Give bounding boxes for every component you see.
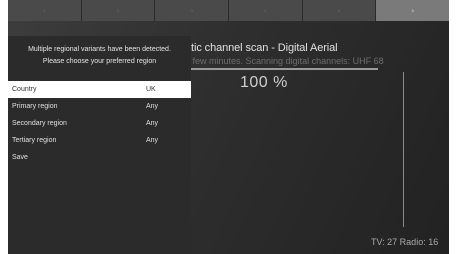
primary-region-label: Primary region <box>12 103 58 110</box>
scan-title: atic channel scan - Digital Aerial <box>185 42 338 54</box>
region-options-list: Country UK Primary region Any Secondary … <box>8 81 191 166</box>
secondary-region-label: Secondary region <box>12 120 67 127</box>
scan-status-text: a few minutes. Scanning digital channels… <box>185 56 384 66</box>
setup-step-5: 5 <box>303 0 377 21</box>
scan-progress-bar <box>185 68 378 70</box>
tertiary-region-row[interactable]: Tertiary region Any <box>8 132 191 149</box>
tertiary-region-value: Any <box>146 137 159 144</box>
country-label: Country <box>12 86 37 93</box>
save-button[interactable]: Save <box>8 149 191 166</box>
setup-step-1: 1 <box>8 0 82 21</box>
tertiary-region-label: Tertiary region <box>12 137 57 144</box>
scan-percent: 100 % <box>240 74 288 91</box>
setup-step-6: 6 <box>376 0 449 21</box>
setup-step-4: 4 <box>229 0 303 21</box>
primary-region-value: Any <box>146 103 159 110</box>
tv-setup-screen: 1 2 3 4 5 6 atic channel scan - Digital … <box>8 0 449 254</box>
country-value: UK <box>146 86 156 93</box>
region-dialog: Multiple regional variants have been det… <box>8 36 191 254</box>
setup-step-3: 3 <box>155 0 230 21</box>
setup-step-2: 2 <box>82 0 156 21</box>
setup-step-bar: 1 2 3 4 5 6 <box>8 0 449 21</box>
dialog-message: Multiple regional variants have been det… <box>8 44 191 68</box>
save-label: Save <box>12 154 28 161</box>
scan-progress-fill <box>185 68 378 70</box>
country-row[interactable]: Country UK <box>8 81 191 98</box>
divider-line <box>403 72 404 227</box>
secondary-region-value: Any <box>146 120 159 127</box>
secondary-region-row[interactable]: Secondary region Any <box>8 115 191 132</box>
channel-counts: TV: 27 Radio: 16 <box>371 237 439 247</box>
dialog-message-line-1: Multiple regional variants have been det… <box>28 46 171 53</box>
primary-region-row[interactable]: Primary region Any <box>8 98 191 115</box>
dialog-message-line-2: Please choose your preferred region <box>42 58 157 65</box>
